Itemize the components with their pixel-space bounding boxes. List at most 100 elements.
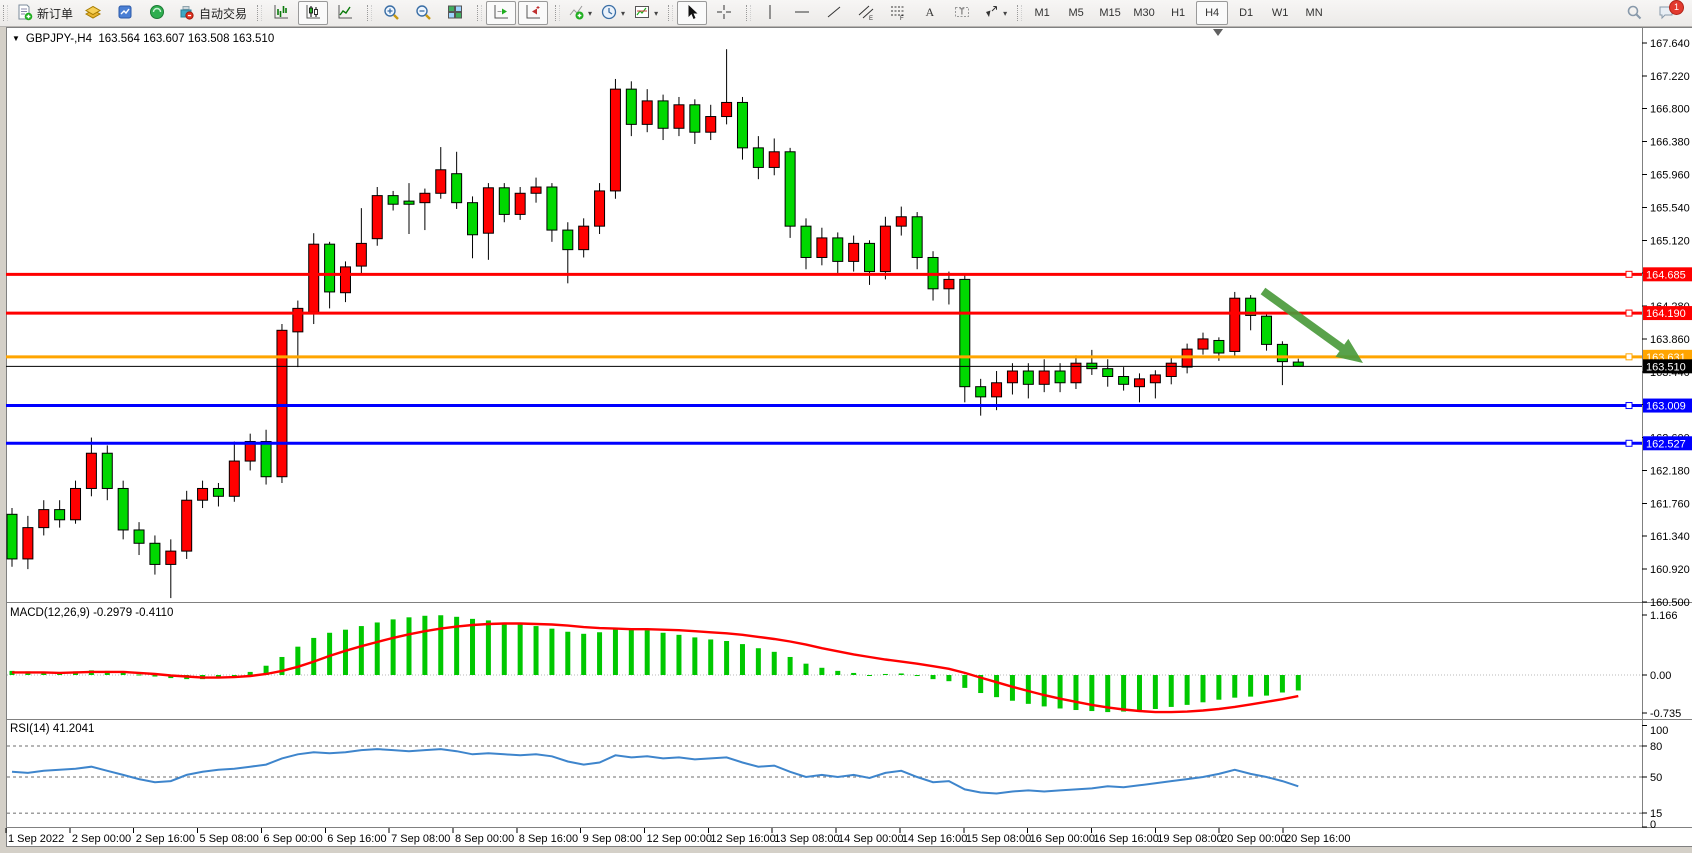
svg-text:165.960: 165.960 — [1650, 169, 1690, 181]
zoom-group — [364, 0, 474, 26]
chevron-down-icon[interactable]: ▾ — [588, 9, 592, 18]
cursor-button[interactable] — [677, 1, 707, 25]
periods-icon — [600, 3, 618, 24]
timeframe-h4-button[interactable]: H4 — [1196, 1, 1228, 25]
svg-text:6 Sep 00:00: 6 Sep 00:00 — [263, 833, 322, 845]
timeframe-m1-button[interactable]: M1 — [1026, 1, 1058, 25]
svg-text:14 Sep 16:00: 14 Sep 16:00 — [902, 833, 967, 845]
templates-icon — [633, 3, 651, 24]
chart-dropdown-icon[interactable]: ▼ — [12, 34, 20, 43]
templates-button[interactable]: ▾ — [630, 1, 661, 25]
arrows-icon — [982, 3, 1000, 24]
svg-text:163.860: 163.860 — [1650, 334, 1690, 346]
svg-text:166.380: 166.380 — [1650, 137, 1690, 149]
market-watch-icon — [84, 3, 102, 24]
new-order-button[interactable]: 新订单 — [12, 1, 76, 25]
svg-text:16 Sep 16:00: 16 Sep 16:00 — [1093, 833, 1158, 845]
svg-text:A: A — [926, 5, 935, 19]
bar-chart-button[interactable] — [266, 1, 296, 25]
navigator-button[interactable] — [142, 1, 172, 25]
crosshair-icon — [715, 3, 733, 24]
cursor-group — [665, 0, 743, 26]
navigator-icon — [148, 3, 166, 24]
fibonacci-button[interactable]: F — [883, 1, 913, 25]
horizontal-line-icon — [793, 3, 811, 24]
label-button[interactable]: T — [947, 1, 977, 25]
line-chart-icon — [336, 3, 354, 24]
svg-text:160.920: 160.920 — [1650, 564, 1690, 576]
new-order-icon — [15, 3, 33, 24]
channel-button[interactable]: E — [851, 1, 881, 25]
candle-chart-icon — [304, 3, 322, 24]
timeframe-m30-button[interactable]: M30 — [1128, 1, 1160, 25]
horizontal-line-button[interactable] — [787, 1, 817, 25]
periods-button[interactable]: ▾ — [597, 1, 628, 25]
timeframe-m15-button[interactable]: M15 — [1094, 1, 1126, 25]
svg-text:165.540: 165.540 — [1650, 202, 1690, 214]
timeframe-m5-button[interactable]: M5 — [1060, 1, 1092, 25]
svg-text:8 Sep 16:00: 8 Sep 16:00 — [519, 833, 578, 845]
arrows-button[interactable]: ▾ — [979, 1, 1010, 25]
market-watch-button[interactable] — [78, 1, 108, 25]
tile-windows-button[interactable] — [440, 1, 470, 25]
chart-symbol-period: GBPJPY-,H4 — [26, 33, 92, 45]
chart-svg: 167.640167.220166.800166.380165.960165.5… — [0, 26, 1692, 853]
zoom-in-button[interactable] — [376, 1, 406, 25]
candle-chart-button[interactable] — [298, 1, 328, 25]
svg-text:13 Sep 08:00: 13 Sep 08:00 — [774, 833, 839, 845]
chart-area[interactable]: 167.640167.220166.800166.380165.960165.5… — [0, 26, 1692, 853]
svg-text:164.190: 164.190 — [1646, 308, 1686, 320]
timeframe-w1-button[interactable]: W1 — [1264, 1, 1296, 25]
timeframe-h1-button[interactable]: H1 — [1162, 1, 1194, 25]
file-group: 新订单 自动交易 — [0, 0, 254, 26]
search-button[interactable] — [1619, 1, 1649, 25]
svg-text:2 Sep 16:00: 2 Sep 16:00 — [136, 833, 195, 845]
svg-text:160.500: 160.500 — [1650, 597, 1690, 609]
svg-text:50: 50 — [1650, 772, 1662, 784]
trendline-button[interactable] — [819, 1, 849, 25]
auto-trading-icon — [177, 3, 195, 24]
cursor-icon — [683, 3, 701, 24]
zoom-out-icon — [414, 3, 432, 24]
chat-button[interactable]: 1 — [1651, 1, 1681, 25]
vertical-line-icon — [761, 3, 779, 24]
chevron-down-icon[interactable]: ▾ — [654, 9, 658, 18]
line-chart-button[interactable] — [330, 1, 360, 25]
svg-text:19 Sep 08:00: 19 Sep 08:00 — [1157, 833, 1222, 845]
fibonacci-icon: F — [889, 3, 907, 24]
insert-group: ▾ ▾ ▾ — [552, 0, 665, 26]
chart-shift-button[interactable] — [518, 1, 548, 25]
objects-group: E F AT ▾ — [743, 0, 1014, 26]
svg-text:164.685: 164.685 — [1646, 269, 1686, 281]
text-button[interactable]: A — [915, 1, 945, 25]
svg-text:165.120: 165.120 — [1650, 235, 1690, 247]
svg-text:14 Sep 00:00: 14 Sep 00:00 — [838, 833, 903, 845]
notification-badge: 1 — [1669, 0, 1684, 15]
svg-text:161.340: 161.340 — [1650, 531, 1690, 543]
svg-text:162.527: 162.527 — [1646, 438, 1686, 450]
svg-text:161.760: 161.760 — [1650, 498, 1690, 510]
svg-text:1.166: 1.166 — [1650, 610, 1678, 622]
auto-scroll-button[interactable] — [486, 1, 516, 25]
zoom-out-button[interactable] — [408, 1, 438, 25]
svg-text:100: 100 — [1650, 725, 1668, 737]
auto-trading-button[interactable]: 自动交易 — [174, 1, 250, 25]
svg-text:0.00: 0.00 — [1650, 670, 1671, 682]
timeframe-d1-button[interactable]: D1 — [1230, 1, 1262, 25]
chevron-down-icon[interactable]: ▾ — [1003, 9, 1007, 18]
svg-text:167.640: 167.640 — [1650, 38, 1690, 50]
vertical-line-button[interactable] — [755, 1, 785, 25]
chart-title: ▼GBPJPY-,H4 163.564 163.607 163.508 163.… — [12, 33, 274, 45]
svg-text:F: F — [900, 16, 904, 21]
data-window-button[interactable] — [110, 1, 140, 25]
chevron-down-icon[interactable]: ▾ — [621, 9, 625, 18]
indicators-icon — [567, 3, 585, 24]
trendline-icon — [825, 3, 843, 24]
timeframe-mn-button[interactable]: MN — [1298, 1, 1330, 25]
new-order-button-label: 新订单 — [37, 5, 73, 22]
crosshair-button[interactable] — [709, 1, 739, 25]
indicators-button[interactable]: ▾ — [564, 1, 595, 25]
svg-text:20 Sep 00:00: 20 Sep 00:00 — [1221, 833, 1286, 845]
svg-text:7 Sep 08:00: 7 Sep 08:00 — [391, 833, 450, 845]
svg-text:15 Sep 08:00: 15 Sep 08:00 — [966, 833, 1031, 845]
